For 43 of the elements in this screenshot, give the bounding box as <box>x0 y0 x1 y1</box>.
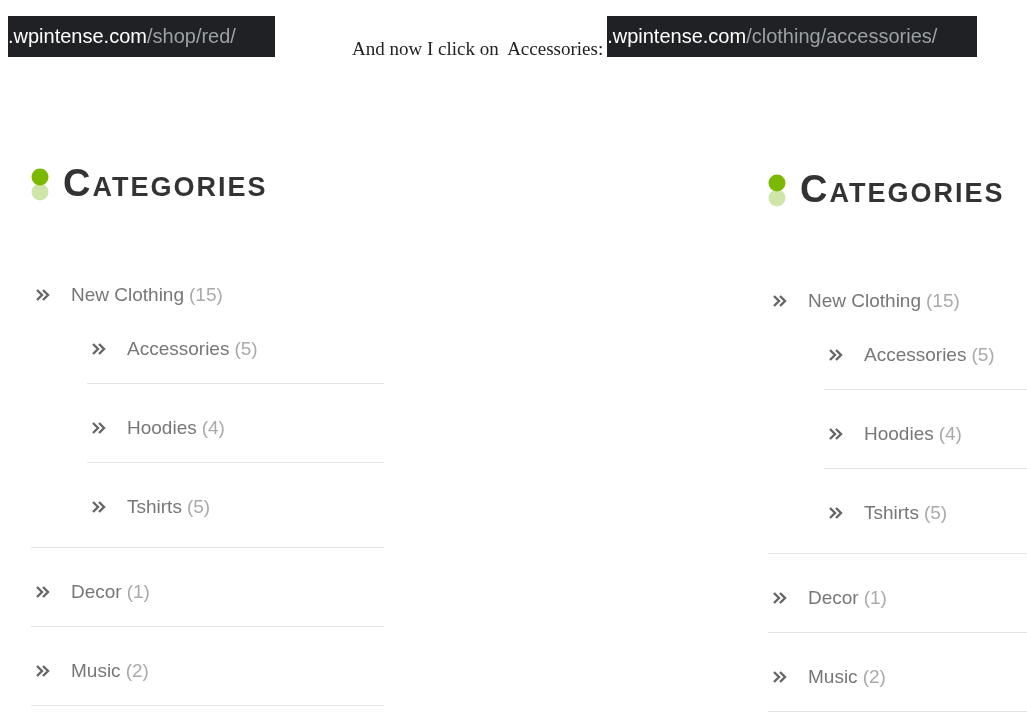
double-chevron-icon <box>829 428 843 440</box>
category-link[interactable]: Accessories <box>864 344 967 366</box>
category-count: (2) <box>125 660 149 682</box>
category-count: (5) <box>971 344 995 366</box>
category-count: (2) <box>862 666 886 688</box>
category-count: (4) <box>201 417 225 439</box>
category-count: (1) <box>863 587 887 609</box>
category-count: (5) <box>186 496 211 518</box>
category-link[interactable]: Hoodies <box>864 423 934 445</box>
address-bar[interactable]: .wpintense.com/clothing/accessories/ <box>607 16 978 57</box>
category-link[interactable]: Accessories <box>127 338 230 360</box>
category-count: (5) <box>923 502 948 524</box>
category-link[interactable]: Tshirts <box>864 502 919 524</box>
category-count: (1) <box>126 581 150 603</box>
category-link[interactable]: Music <box>71 660 121 682</box>
address-bar[interactable]: .wpintense.com/shop/red/ <box>8 16 275 57</box>
double-chevron-icon <box>773 295 787 307</box>
category-count: (15) <box>189 284 223 306</box>
double-chevron-icon <box>36 289 50 301</box>
double-chevron-icon <box>773 592 787 604</box>
widget-title: CATEGORIES <box>800 169 1005 212</box>
category-count: (15) <box>926 290 960 312</box>
category-link[interactable]: New Clothing <box>71 284 184 306</box>
category-link[interactable]: Tshirts <box>127 496 182 518</box>
category-count: (4) <box>938 423 962 445</box>
category-link[interactable]: New Clothing <box>808 290 921 312</box>
double-chevron-icon <box>92 422 106 434</box>
double-chevron-icon <box>36 665 50 677</box>
dots-icon <box>31 168 49 202</box>
category-link[interactable]: Decor <box>808 587 859 609</box>
dots-icon <box>768 174 786 208</box>
double-chevron-icon <box>92 343 106 355</box>
caption-text: And now I click on Accessories: <box>352 38 604 60</box>
double-chevron-icon <box>36 586 50 598</box>
widget-title: CATEGORIES <box>63 163 268 206</box>
double-chevron-icon <box>829 507 843 519</box>
category-link[interactable]: Hoodies <box>127 417 197 439</box>
category-link[interactable]: Music <box>808 666 858 688</box>
double-chevron-icon <box>773 671 787 683</box>
category-link[interactable]: Decor <box>71 581 122 603</box>
double-chevron-icon <box>92 501 106 513</box>
category-count: (5) <box>234 338 258 360</box>
double-chevron-icon <box>829 349 843 361</box>
